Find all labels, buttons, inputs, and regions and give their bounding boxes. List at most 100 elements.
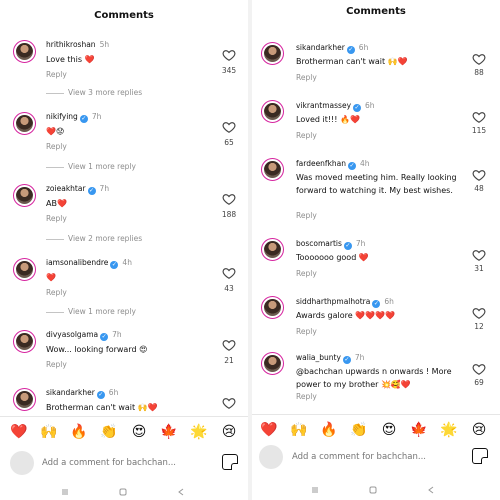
- system-nav-bar: [252, 482, 500, 498]
- comment-input[interactable]: [42, 454, 212, 472]
- verified-badge-icon: ✓: [110, 261, 119, 269]
- view-more-replies[interactable]: View 2 more replies: [46, 234, 142, 243]
- sticker-icon[interactable]: [222, 454, 238, 470]
- avatar[interactable]: [261, 296, 284, 319]
- back-icon[interactable]: [176, 487, 186, 497]
- comment-time: 7h: [99, 184, 110, 193]
- reply-button[interactable]: Reply: [296, 211, 317, 220]
- like-count: 43: [224, 284, 234, 293]
- emoji-star[interactable]: 🌟: [190, 423, 208, 441]
- emoji-heart[interactable]: ❤️: [260, 421, 278, 439]
- heart-outline-icon[interactable]: [222, 396, 236, 410]
- verified-badge-icon: ✓: [348, 162, 357, 170]
- comment-username[interactable]: iamsonalibendre ✓ 4h: [46, 258, 132, 269]
- view-more-replies[interactable]: View 1 more reply: [46, 162, 136, 171]
- emoji-heart-eyes[interactable]: 😍: [380, 421, 398, 439]
- comment-text: AB❤️: [46, 199, 67, 208]
- comment-username[interactable]: siddharthpmalhotra ✓ 6h: [296, 297, 394, 308]
- avatar[interactable]: [261, 100, 284, 123]
- comment-text: Tooooooo good ❤️: [296, 253, 369, 262]
- like-count: 31: [474, 264, 484, 273]
- back-icon[interactable]: [426, 485, 436, 495]
- heart-outline-icon[interactable]: [472, 110, 486, 124]
- system-nav-bar: [0, 484, 248, 500]
- avatar[interactable]: [13, 388, 36, 411]
- reply-button[interactable]: Reply: [296, 269, 317, 278]
- comment-username[interactable]: walia_bunty ✓ 7h: [296, 353, 364, 364]
- comment-username[interactable]: vikrantmassey ✓ 6h: [296, 101, 375, 112]
- avatar[interactable]: [261, 42, 284, 65]
- avatar[interactable]: [261, 158, 284, 181]
- reply-button[interactable]: Reply: [296, 131, 317, 140]
- comments-panel-right: Comments sikandarkher ✓ 6h Brotherman can'…: [252, 0, 500, 500]
- heart-outline-icon[interactable]: [472, 362, 486, 376]
- like-count: 69: [474, 378, 484, 387]
- recents-icon[interactable]: [310, 485, 320, 495]
- reply-button[interactable]: Reply: [46, 70, 67, 79]
- reply-button[interactable]: Reply: [46, 142, 67, 151]
- avatar[interactable]: [261, 352, 284, 375]
- emoji-heart[interactable]: ❤️: [10, 423, 28, 441]
- like-count: 115: [471, 126, 487, 135]
- avatar[interactable]: [13, 40, 36, 63]
- avatar: [259, 445, 283, 469]
- emoji-fire[interactable]: 🔥: [70, 423, 88, 441]
- sticker-icon[interactable]: [472, 448, 488, 464]
- comment-input[interactable]: [292, 448, 467, 466]
- home-icon[interactable]: [368, 485, 378, 495]
- recents-icon[interactable]: [60, 487, 70, 497]
- verified-badge-icon: ✓: [87, 187, 96, 195]
- comment-username[interactable]: sikandarkher ✓ 6h: [296, 43, 368, 54]
- view-more-replies[interactable]: View 1 more reply: [46, 307, 136, 316]
- comment-text: Wow... looking forward 😍: [46, 345, 148, 354]
- heart-outline-icon[interactable]: [222, 338, 236, 352]
- heart-outline-icon[interactable]: [222, 192, 236, 206]
- verified-badge-icon: ✓: [353, 104, 362, 112]
- comment-text: ❤️: [46, 273, 56, 282]
- emoji-clap[interactable]: 👏: [100, 423, 118, 441]
- emoji-heart-eyes[interactable]: 😍: [130, 423, 148, 441]
- emoji-maple-leaf[interactable]: 🍁: [160, 423, 178, 441]
- view-more-replies[interactable]: View 3 more replies: [46, 88, 142, 97]
- home-icon[interactable]: [118, 487, 128, 497]
- reply-button[interactable]: Reply: [296, 392, 317, 401]
- emoji-star[interactable]: 🌟: [440, 421, 458, 439]
- avatar[interactable]: [261, 238, 284, 261]
- like-count: 12: [474, 322, 484, 331]
- page-title: Comments: [346, 6, 406, 17]
- emoji-crying[interactable]: 😢: [470, 421, 488, 439]
- reply-button[interactable]: Reply: [296, 327, 317, 336]
- avatar[interactable]: [13, 258, 36, 281]
- heart-outline-icon[interactable]: [222, 48, 236, 62]
- avatar[interactable]: [13, 330, 36, 353]
- avatar[interactable]: [13, 184, 36, 207]
- heart-outline-icon[interactable]: [472, 248, 486, 262]
- comment-username[interactable]: sikandarkher ✓ 6h: [46, 388, 118, 399]
- heart-outline-icon[interactable]: [472, 306, 486, 320]
- comment-username[interactable]: zoieakhtar ✓ 7h: [46, 184, 109, 195]
- reply-button[interactable]: Reply: [46, 288, 67, 297]
- emoji-clap[interactable]: 👏: [350, 421, 368, 439]
- heart-outline-icon[interactable]: [472, 168, 486, 182]
- heart-outline-icon[interactable]: [222, 120, 236, 134]
- emoji-crying[interactable]: 😢: [220, 423, 238, 441]
- heart-outline-icon[interactable]: [472, 52, 486, 66]
- avatar[interactable]: [13, 112, 36, 135]
- comment-time: 6h: [358, 43, 369, 52]
- emoji-raised-hands[interactable]: 🙌: [40, 423, 58, 441]
- verified-badge-icon: ✓: [372, 300, 381, 308]
- comment-username[interactable]: divyasolgama ✓ 7h: [46, 330, 122, 341]
- comment-username[interactable]: nikifying ✓ 7h: [46, 112, 101, 123]
- heart-outline-icon[interactable]: [222, 266, 236, 280]
- reply-button[interactable]: Reply: [46, 360, 67, 369]
- comment-username[interactable]: fardeenfkhan ✓ 4h: [296, 159, 370, 170]
- comment-username[interactable]: hrithikroshan 5h: [46, 40, 109, 49]
- emoji-raised-hands[interactable]: 🙌: [290, 421, 308, 439]
- reply-button[interactable]: Reply: [46, 214, 67, 223]
- comment-username[interactable]: boscomartis ✓ 7h: [296, 239, 365, 250]
- emoji-maple-leaf[interactable]: 🍁: [410, 421, 428, 439]
- comment-text: Loved it!!! 🔥❤️: [296, 115, 360, 124]
- emoji-fire[interactable]: 🔥: [320, 421, 338, 439]
- comment-time: 6h: [365, 101, 375, 110]
- reply-button[interactable]: Reply: [296, 73, 317, 82]
